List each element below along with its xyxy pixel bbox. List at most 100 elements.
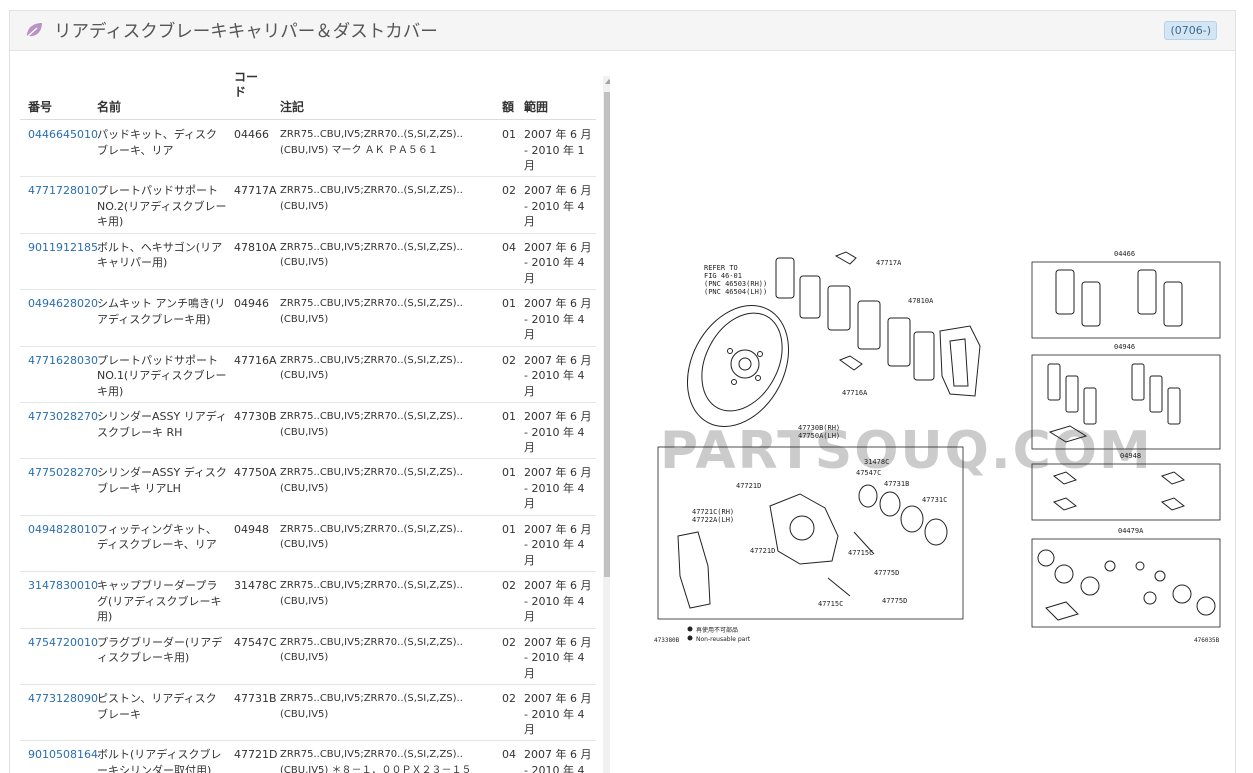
part-qty: 02: [502, 692, 516, 705]
table-row: 0446645010 パッドキット、ディスクブレーキ、リア 04466 ZRR75..…: [20, 121, 596, 178]
table-row: 9011912185 ボルト、ヘキサゴン(リアキャリパー用) 47810A ZRR75…: [20, 234, 596, 291]
part-range: 2007 年 6 月 - 2010 年 4 月: [524, 748, 592, 773]
part-number-link[interactable]: 4773128090: [28, 691, 98, 707]
part-number-link[interactable]: 4771728010: [28, 183, 98, 199]
part-code: 47750A: [234, 466, 277, 480]
part-name: ピストン、リアディスクブレーキ: [97, 692, 217, 721]
part-number-link[interactable]: 0494628020: [28, 296, 98, 312]
scroll-thumb[interactable]: [604, 92, 610, 577]
part-number-link[interactable]: 9010508164: [28, 747, 98, 763]
part-label-47775D-a: 47775D: [874, 569, 899, 577]
parts-panel: リアディスクブレーキキャリパー＆ダストカバー (0706-) 番号 名前 コード…: [9, 10, 1236, 773]
part-code: 04946: [234, 297, 269, 311]
part-label-47731C: 47731C: [922, 496, 947, 504]
part-label-47750A: 47750A(LH): [798, 432, 840, 440]
part-code: 47721D: [234, 748, 278, 762]
kit-label-04948: 04948: [1120, 452, 1141, 460]
part-range: 2007 年 6 月 - 2010 年 4 月: [524, 410, 592, 454]
col-name: 名前: [97, 100, 122, 114]
part-code: 47810A: [234, 240, 277, 254]
panel-header: リアディスクブレーキキャリパー＆ダストカバー (0706-): [10, 11, 1235, 51]
refer-line: (PNC 46504(LH)): [704, 288, 767, 296]
part-qty: 01: [502, 128, 516, 141]
parts-table: 番号 名前 コード 注記 額 範囲 0446645010 パッドキット、ディスクブ…: [20, 64, 610, 773]
table-row: 3147830010 キャップブリーダープラグ(リアディスクブレーキ用) 31478…: [20, 572, 596, 629]
part-label-47731B: 47731B: [884, 480, 909, 488]
part-name: シリンダーASSY リアディスクブレーキ RH: [97, 410, 227, 439]
part-note: ZRR75..CBU,IV5;ZRR70..(S,SI,Z,ZS)..(CBU,…: [280, 298, 463, 325]
part-number-link[interactable]: 4771628030: [28, 353, 98, 369]
part-name: パッドキット、ディスクブレーキ、リア: [97, 128, 218, 157]
part-qty: 02: [502, 579, 516, 593]
table-row: 4773028270 シリンダーASSY リアディスクブレーキ RH 47730B Z…: [20, 403, 596, 460]
part-number-link[interactable]: 4775028270: [28, 465, 98, 481]
scroll-up-arrow-icon[interactable]: [605, 79, 610, 84]
col-code: コード: [234, 70, 259, 99]
part-qty: 01: [502, 522, 516, 536]
table-row: 4754720010 プラグブリーダー(リアディスクブレーキ用) 47547C ZRR…: [20, 629, 596, 685]
part-qty: 02: [502, 635, 516, 649]
part-number-link[interactable]: 4754720010: [28, 635, 98, 651]
part-range: 2007 年 6 月 - 2010 年 4 月: [524, 635, 592, 680]
refer-line: FIG 46-01: [704, 272, 742, 280]
leaf-icon: [26, 23, 42, 38]
part-range: 2007 年 6 月 - 2010 年 4 月: [524, 522, 592, 567]
part-range: 2007 年 6 月 - 2010 年 1 月: [524, 128, 592, 172]
part-range: 2007 年 6 月 - 2010 年 4 月: [524, 184, 592, 229]
table-scrollbar[interactable]: [603, 76, 610, 773]
part-label-47715C-a: 47715C: [848, 549, 873, 557]
part-code: 47730B: [234, 410, 277, 423]
part-label-47716A: 47716A: [842, 389, 868, 397]
part-name: キャップブリーダープラグ(リアディスクブレーキ用): [97, 579, 222, 624]
kit-label-04479A: 04479A: [1118, 527, 1144, 535]
part-range: 2007 年 6 月 - 2010 年 4 月: [524, 240, 592, 285]
part-name: シリンダーASSY ディスクブレーキ リアLH: [97, 466, 227, 495]
table-row: 4773128090 ピストン、リアディスクブレーキ 47731B ZRR75..CB…: [20, 685, 596, 742]
part-number-link[interactable]: 0494828010: [28, 522, 98, 538]
part-note: ZRR75..CBU,IV5;ZRR70..(S,SI,Z,ZS)..(CBU,…: [280, 523, 463, 551]
part-number-link[interactable]: 9011912185: [28, 240, 98, 256]
kit-label-04466: 04466: [1114, 250, 1135, 258]
table-row: 4771628030 プレートパッドサポート NO.1(リアディスクブレーキ用) 4…: [20, 347, 596, 403]
col-note: 注記: [280, 100, 305, 114]
part-note: ZRR75..CBU,IV5;ZRR70..(S,SI,Z,ZS)..(CBU,…: [280, 636, 463, 664]
part-name: プレートパッドサポート NO.2(リアディスクブレーキ用): [97, 184, 227, 229]
part-name: ボルト(リアディスクブレーキシリンダー取付用): [97, 748, 222, 773]
part-qty: 04: [502, 748, 516, 762]
part-number-link[interactable]: 0446645010: [28, 127, 98, 143]
diagram-code-right: 476035B: [1194, 637, 1220, 644]
part-note: ZRR75..CBU,IV5;ZRR70..(S,SI,Z,ZS)..(CBU,…: [280, 467, 463, 494]
non-reusable-bullet-icon: [687, 635, 693, 641]
part-label-47547C: 47547C: [856, 469, 881, 477]
part-label-47730B: 47730B(RH): [798, 424, 840, 432]
part-code: 04948: [234, 522, 269, 536]
refer-note: REFER TO FIG 46-01 (PNC 46503(RH)) (PNC …: [704, 264, 767, 296]
part-qty: 01: [502, 466, 516, 480]
part-name: シムキット アンチ鳴き(リアディスクブレーキ用): [97, 297, 226, 326]
part-number-link[interactable]: 4773028270: [28, 409, 98, 425]
legend-en: Non-reusable part: [696, 636, 751, 643]
table-row: 4775028270 シリンダーASSY ディスクブレーキ リアLH 47750A Z…: [20, 459, 596, 516]
kit-label-04946: 04946: [1114, 343, 1135, 351]
kit-04466: 04466: [1031, 250, 1221, 339]
part-qty: 01: [502, 410, 516, 423]
table-row: 4771728010 プレートパッドサポート NO.2(リアディスクブレーキ用) 4…: [20, 177, 596, 234]
part-code: 47717A: [234, 184, 277, 198]
brake-pads-drawing: [775, 257, 935, 381]
part-label-47810A: 47810A: [908, 297, 934, 305]
part-label-31478C: 31478C: [864, 458, 889, 466]
part-number-link[interactable]: 3147830010: [28, 578, 98, 594]
part-qty: 04: [502, 240, 516, 254]
part-note: ZRR75..CBU,IV5;ZRR70..(S,SI,Z,ZS)..(CBU,…: [280, 580, 463, 607]
part-code: 47731B: [234, 692, 277, 705]
part-name: ボルト、ヘキサゴン(リアキャリパー用): [97, 240, 223, 270]
parts-diagram: PARTSOUQ.COM REFER TO FIG 46-01 (PNC 465…: [654, 250, 1221, 644]
part-label-47775D-b: 47775D: [882, 597, 907, 605]
part-qty: 02: [502, 184, 516, 198]
part-qty: 02: [502, 353, 516, 367]
part-range: 2007 年 6 月 - 2010 年 4 月: [524, 297, 592, 342]
caliper-drawing: [677, 484, 948, 609]
part-code: 31478C: [234, 579, 277, 593]
table-row: 0494828010 フィッティングキット、ディスクブレーキ、リア 04948 ZRR…: [20, 516, 596, 573]
part-name: プレートパッドサポート NO.1(リアディスクブレーキ用): [97, 353, 227, 398]
